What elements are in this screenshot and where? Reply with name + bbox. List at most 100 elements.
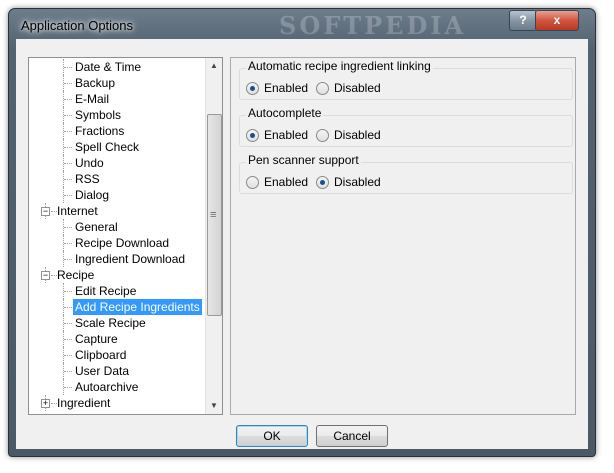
tree-line: [64, 243, 72, 244]
tree-item-label: Ingredient: [57, 396, 111, 410]
tree-scrollbar[interactable]: ▲ ≡ ▼: [205, 58, 222, 414]
tree-item-label: Internet: [57, 204, 98, 218]
tree-line: [64, 339, 72, 340]
tree-item-label: Add Recipe Ingredients: [73, 299, 202, 315]
tree-line: [64, 163, 72, 164]
tree-item-label: Symbols: [75, 108, 122, 122]
tree-item[interactable]: Edit Recipe: [29, 283, 205, 299]
autocomplete-group: Autocomplete Enabled Disabled: [239, 106, 573, 147]
radio-icon: [316, 129, 329, 142]
tree-line: [64, 131, 72, 132]
tree-item-label: User Data: [75, 364, 130, 378]
pen-scanner-title: Pen scanner support: [246, 153, 361, 167]
tree-item-label: Dialog: [75, 188, 110, 202]
options-window: SOFTPEDIA Application Options ? x Date &…: [8, 8, 596, 457]
scroll-thumb[interactable]: ≡: [207, 114, 222, 316]
tree-line: [64, 259, 72, 260]
tree-item-label: Scale Recipe: [75, 316, 146, 330]
tree-item[interactable]: + Ingredient: [29, 395, 205, 411]
tree-item-label: E-Mail: [75, 92, 110, 106]
tree-line: [64, 371, 72, 372]
tree-item-label: Spell Check: [75, 140, 140, 154]
softpedia-watermark: SOFTPEDIA: [279, 11, 467, 40]
radio-icon: [246, 176, 259, 189]
tree-item[interactable]: Undo: [29, 155, 205, 171]
tree-line: [64, 83, 72, 84]
tree-line: [64, 387, 72, 388]
tree-item-label: Clipboard: [75, 348, 127, 362]
ok-button[interactable]: OK: [236, 425, 308, 447]
tree-item[interactable]: E-Mail: [29, 91, 205, 107]
tree-item-label: Ingredient Download: [75, 252, 186, 266]
tree-item[interactable]: Fractions: [29, 123, 205, 139]
tree-item[interactable]: Spell Check: [29, 139, 205, 155]
tree-item-label: RSS: [75, 172, 100, 186]
tree-item[interactable]: Symbols: [29, 107, 205, 123]
tree-item[interactable]: Clipboard: [29, 347, 205, 363]
radio-label: Disabled: [334, 128, 381, 142]
radio-icon: [316, 176, 329, 189]
radio-label: Enabled: [264, 81, 309, 95]
linking-group: Automatic recipe ingredient linking Enab…: [239, 59, 573, 100]
scroll-up-icon[interactable]: ▲: [206, 58, 222, 74]
tree-item[interactable]: User Data: [29, 363, 205, 379]
tree-line: [64, 147, 72, 148]
radio-icon: [246, 129, 259, 142]
tree-line: [64, 99, 72, 100]
tree-line: [64, 355, 72, 356]
window-title: Application Options: [21, 18, 134, 33]
tree-item[interactable]: Add Recipe Ingredients: [29, 299, 205, 315]
tree-item[interactable]: General: [29, 219, 205, 235]
collapse-icon[interactable]: −: [41, 207, 50, 216]
tree-item[interactable]: Autoarchive: [29, 379, 205, 395]
scroll-down-icon[interactable]: ▼: [206, 398, 222, 414]
tree-item-label: General: [75, 220, 118, 234]
tree-line: [64, 291, 72, 292]
radio-icon: [316, 82, 329, 95]
tree-item-label: Date & Time: [75, 60, 142, 74]
close-button[interactable]: x: [535, 10, 579, 31]
tree-line: [64, 115, 72, 116]
help-button[interactable]: ?: [509, 10, 537, 31]
tree-item[interactable]: Capture: [29, 331, 205, 347]
tree-item[interactable]: Dialog: [29, 187, 205, 203]
tree-item-label: Recipe: [57, 268, 95, 282]
tree-item-label: Undo: [75, 156, 104, 170]
tree-item-label: Autoarchive: [75, 380, 139, 394]
tree-line: [64, 179, 72, 180]
radio-label: Disabled: [334, 175, 381, 189]
tree-item[interactable]: − Recipe: [29, 267, 205, 283]
linking-title: Automatic recipe ingredient linking: [246, 59, 433, 73]
tree-item[interactable]: Backup: [29, 75, 205, 91]
tree-line: [64, 323, 72, 324]
grip-icon: ≡: [210, 209, 217, 221]
tree-item-label: Capture: [75, 332, 118, 346]
tree-item-label: Backup: [75, 76, 116, 90]
options-panel: Automatic recipe ingredient linking Enab…: [230, 57, 576, 415]
resize-grip-icon[interactable]: [576, 437, 586, 447]
tree-line: [64, 67, 72, 68]
tree-line: [64, 227, 72, 228]
tree-line: [64, 307, 72, 308]
radio-label: Disabled: [334, 81, 381, 95]
pen-scanner-group: Pen scanner support Enabled Disabled: [239, 153, 573, 194]
tree-item-label: Recipe Download: [75, 236, 170, 250]
tree-item[interactable]: Ingredient Download: [29, 251, 205, 267]
tree-item-label: Edit Recipe: [75, 284, 137, 298]
tree-item[interactable]: Recipe Download: [29, 235, 205, 251]
expand-icon[interactable]: +: [41, 399, 50, 408]
tree-item[interactable]: Scale Recipe: [29, 315, 205, 331]
options-tree[interactable]: Date & Time Backup E-Mail Symbols Fractions S…: [28, 57, 223, 415]
title-bar[interactable]: SOFTPEDIA Application Options ? x: [9, 9, 595, 40]
dialog-client: Date & Time Backup E-Mail Symbols Fractions S…: [16, 39, 588, 449]
tree-item[interactable]: RSS: [29, 171, 205, 187]
radio-icon: [246, 82, 259, 95]
autocomplete-title: Autocomplete: [246, 106, 324, 120]
collapse-icon[interactable]: −: [41, 271, 50, 280]
tree-item[interactable]: Date & Time: [29, 59, 205, 75]
cancel-button[interactable]: Cancel: [316, 425, 388, 447]
radio-label: Enabled: [264, 128, 309, 142]
tree-line: [64, 195, 72, 196]
radio-label: Enabled: [264, 175, 309, 189]
tree-item[interactable]: − Internet: [29, 203, 205, 219]
